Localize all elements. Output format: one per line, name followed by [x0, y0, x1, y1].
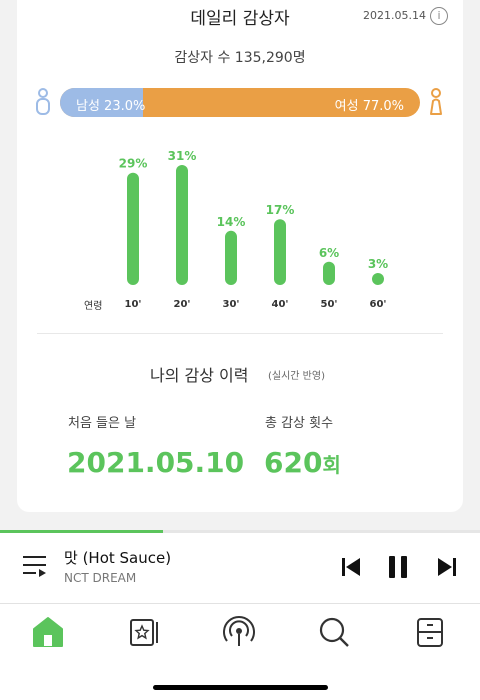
age-bar-value-label: 3%	[368, 257, 388, 271]
storage-icon[interactable]	[410, 614, 450, 650]
age-bar	[127, 172, 139, 285]
age-tick-label: 30'	[223, 299, 240, 310]
gender-male-label: 남성 23.0%	[76, 99, 146, 114]
first-listen-label: 처음 들은 날	[68, 416, 137, 431]
history-subtitle: (실시간 반영)	[268, 371, 325, 382]
listen-count-label: 총 감상 횟수	[265, 416, 334, 431]
daily-date: 2021.05.14	[363, 9, 426, 22]
male-person-icon	[36, 88, 50, 115]
history-title: 나의 감상 이력	[150, 366, 249, 385]
age-tick-label: 50'	[321, 299, 338, 310]
age-bar	[225, 230, 237, 285]
age-tick-label: 20'	[174, 299, 191, 310]
song-artist[interactable]: NCT DREAM	[64, 571, 136, 585]
age-bar	[372, 273, 384, 285]
age-bar-value-label: 14%	[217, 215, 246, 229]
age-tick-label: 40'	[272, 299, 289, 310]
age-bar-value-label: 17%	[266, 203, 295, 217]
mini-player[interactable]: 맛 (Hot Sauce) NCT DREAM	[0, 533, 480, 603]
age-bar-value-label: 6%	[319, 246, 339, 260]
first-listen-date: 2021.05.10	[67, 446, 245, 479]
age-bar	[274, 219, 286, 285]
library-icon[interactable]	[123, 614, 163, 650]
next-icon[interactable]	[437, 557, 457, 577]
age-bar-value-label: 29%	[119, 157, 148, 171]
age-axis-label: 연령	[84, 301, 103, 312]
age-tick-label: 10'	[125, 299, 142, 310]
pause-icon[interactable]	[387, 555, 409, 579]
info-icon[interactable]: i	[430, 7, 448, 25]
listen-count-number: 620	[264, 446, 323, 479]
age-tick-label: 60'	[370, 299, 387, 310]
gender-female-label: 여성 77.0%	[334, 99, 404, 114]
age-bar-value-label: 31%	[168, 149, 197, 163]
search-icon[interactable]	[314, 614, 354, 650]
gender-ratio-bar: 남성 23.0% 여성 77.0%	[60, 88, 420, 117]
song-title[interactable]: 맛 (Hot Sauce)	[64, 547, 171, 568]
age-bar	[323, 261, 335, 285]
listen-count-unit: 회	[322, 453, 341, 477]
female-person-icon	[430, 88, 442, 115]
previous-icon[interactable]	[341, 557, 361, 577]
home-indicator	[153, 685, 328, 690]
age-bar	[176, 165, 188, 285]
listen-count-value: 620회	[264, 446, 341, 479]
age-distribution-chart: 29% 10' 31% 20' 14% 30' 17% 40' 6% 50' 3% 60'	[119, 149, 389, 310]
playlist-icon[interactable]	[22, 555, 48, 579]
divider	[37, 333, 443, 334]
podcast-icon[interactable]	[219, 614, 259, 650]
home-icon[interactable]	[28, 614, 68, 650]
listener-count: 감상자 수 135,290명	[174, 50, 306, 66]
